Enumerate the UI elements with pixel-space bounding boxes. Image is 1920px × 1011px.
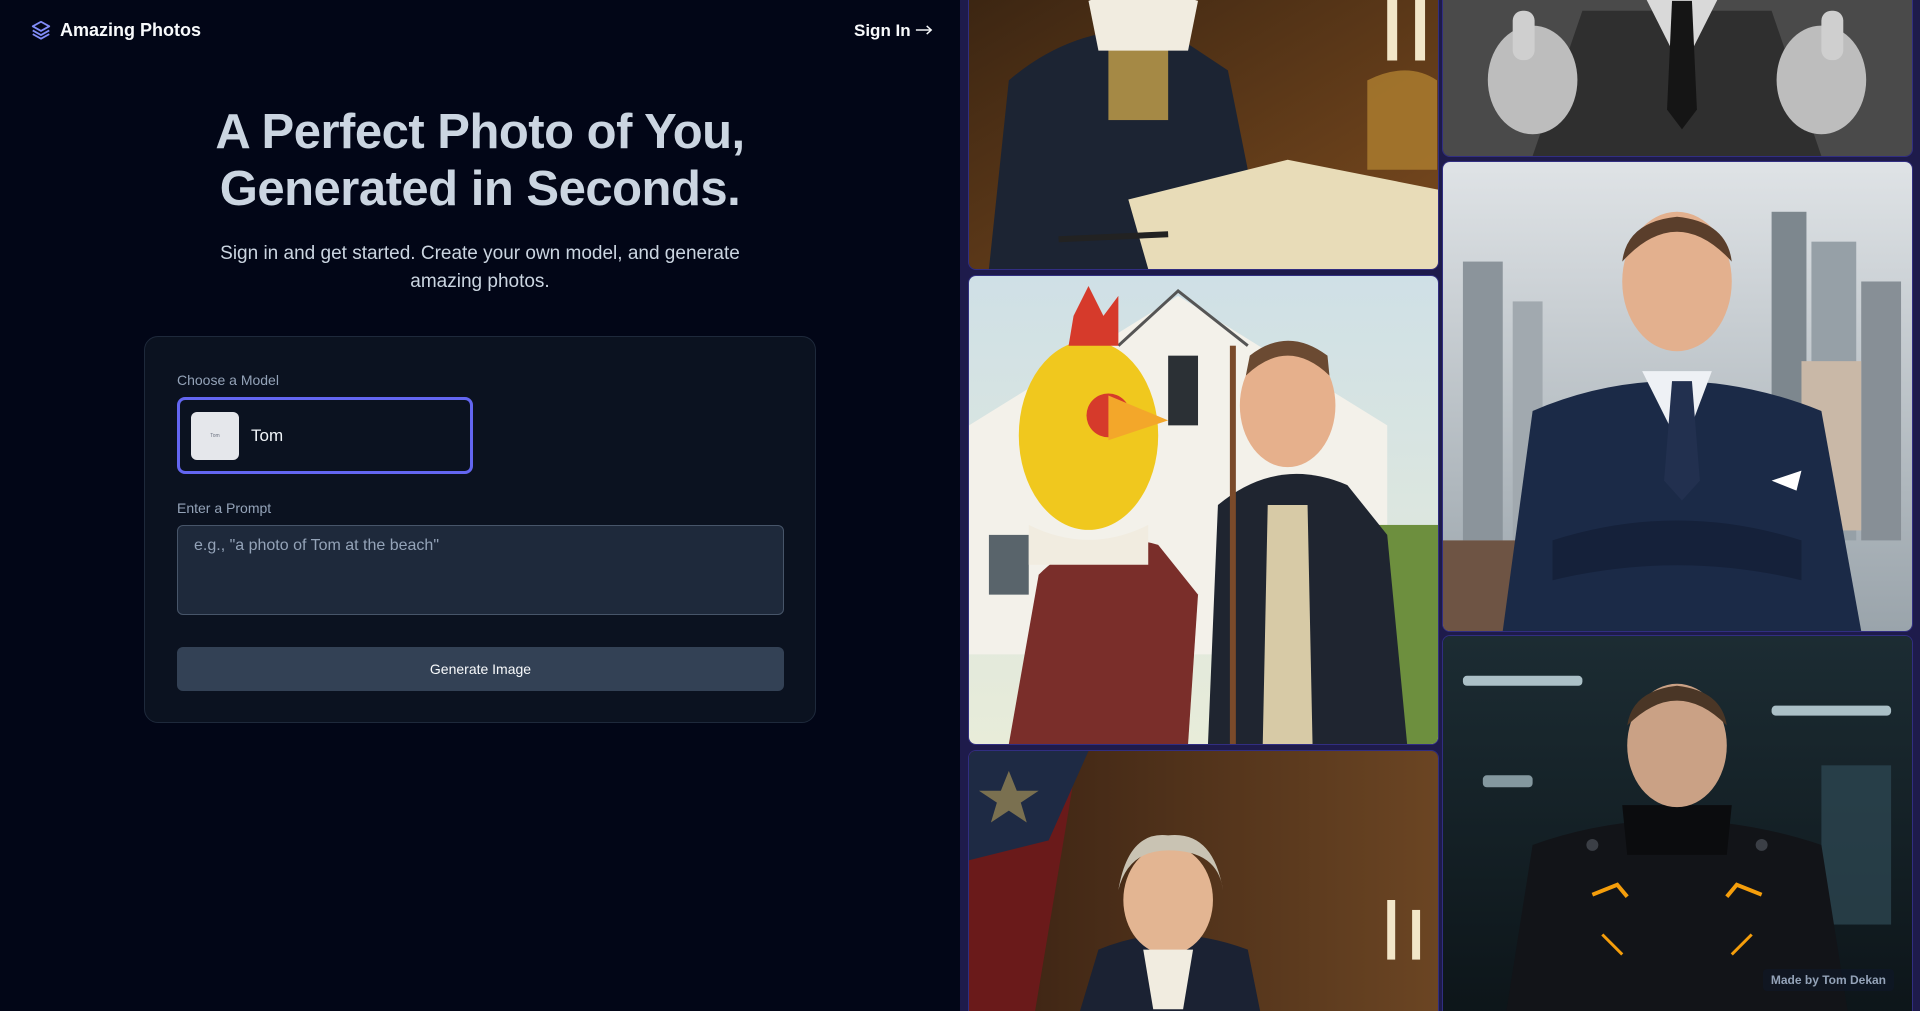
left-panel: Amazing Photos Sign In A Perfect Photo o… [0,0,960,1011]
model-label: Choose a Model [177,372,279,388]
gallery-image-colonial-writer [968,0,1439,270]
gallery-image-chicken-couple [968,275,1439,745]
brand[interactable]: Amazing Photos [30,19,201,41]
gallery-image-thumbs-up [1442,0,1913,157]
gallery: Made by Tom Dekan [960,0,1920,1011]
model-thumbnail: Tom [191,411,239,460]
generate-card: Choose a Model Tom Tom Enter a Prompt Ge… [144,336,816,723]
generate-image-button[interactable]: Generate Image [177,647,784,691]
gallery-image-business-man [1442,161,1913,632]
gallery-image-colonial-portrait [968,750,1439,1011]
model-name: Tom [251,425,284,445]
made-by-credit[interactable]: Made by Tom Dekan [1762,969,1894,991]
hero-title-line1: A Perfect Photo of You, [215,105,745,159]
hero-title-line2: Generated in Seconds. [219,162,741,216]
sign-in-link[interactable]: Sign In [854,21,933,41]
prompt-input[interactable] [177,525,784,615]
model-option-tom[interactable]: Tom Tom [177,397,473,474]
sign-in-label: Sign In [854,21,911,40]
gallery-image-armored-man [1442,635,1913,1011]
arrow-right-icon [915,21,933,41]
layers-icon [30,19,52,41]
brand-name: Amazing Photos [60,19,202,40]
hero-subtitle: Sign in and get started. Create your own… [220,243,740,292]
hero-title: A Perfect Photo of You, Generated in Sec… [0,104,960,218]
page: Amazing Photos Sign In A Perfect Photo o… [0,0,1920,1011]
prompt-label: Enter a Prompt [177,500,272,516]
